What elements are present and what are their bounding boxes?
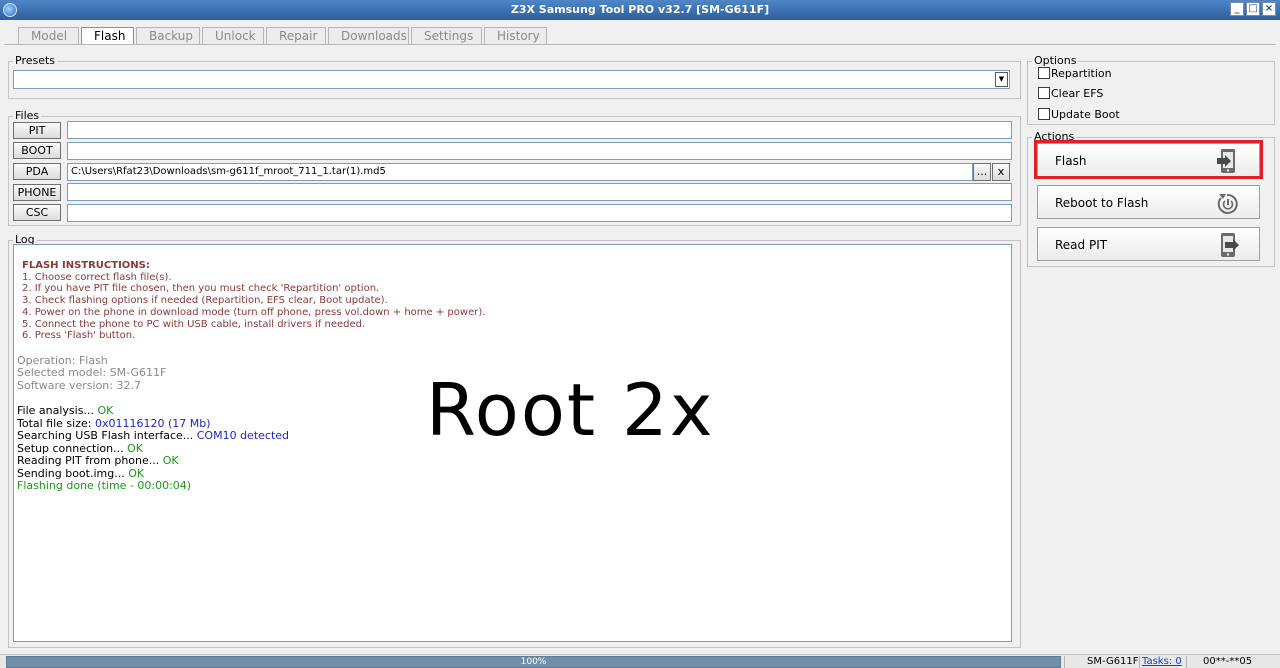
instruction-line: 2. If you have PIT file chosen, then you…: [22, 283, 380, 295]
options-title: Options: [1032, 54, 1079, 67]
tab-history[interactable]: History: [484, 27, 547, 44]
clear-efs-label: Clear EFS: [1051, 87, 1104, 100]
close-button[interactable]: ×: [1262, 2, 1276, 16]
read-pit-label: Read PIT: [1055, 238, 1108, 252]
maximize-button[interactable]: □: [1246, 2, 1260, 16]
instruction-line: 1. Choose correct flash file(s).: [22, 271, 172, 283]
window-controls: _ □ ×: [1230, 2, 1276, 16]
instructions-title: FLASH INSTRUCTIONS:: [22, 260, 150, 271]
update-boot-label: Update Boot: [1051, 108, 1120, 121]
instruction-line: 5. Connect the phone to PC with USB cabl…: [22, 318, 366, 330]
pit-field[interactable]: [67, 121, 1012, 139]
status-bar: 100% SM-G611F Tasks: 0 00**-**05: [0, 654, 1280, 668]
flash-highlight-box: [1034, 140, 1263, 179]
instruction-line: 6. Press 'Flash' button.: [22, 330, 136, 342]
tab-settings[interactable]: Settings: [411, 27, 482, 44]
power-refresh-icon: [1216, 190, 1240, 216]
files-title: Files: [13, 109, 42, 122]
tab-divider: [4, 44, 1276, 45]
instruction-line: 4. Power on the phone in download mode (…: [22, 306, 486, 318]
csc-button[interactable]: CSC: [13, 204, 61, 221]
pda-button[interactable]: PDA: [13, 163, 61, 180]
instruction-line: 3. Check flashing options if needed (Rep…: [22, 295, 388, 307]
phone-field[interactable]: [67, 183, 1012, 201]
clear-efs-checkbox[interactable]: [1038, 87, 1050, 99]
progress-bar: 100%: [6, 656, 1061, 668]
chevron-down-icon[interactable]: ▼: [995, 72, 1008, 87]
log-done: Flashing done (time - 00:00:04): [17, 479, 192, 493]
log-line: Reading PIT from phone... OK: [17, 454, 179, 468]
reboot-to-flash-button[interactable]: Reboot to Flash: [1037, 185, 1260, 219]
root-overlay-text: Root 2x: [426, 368, 715, 452]
tab-backup[interactable]: Backup: [136, 27, 200, 44]
pda-browse-button[interactable]: ...: [973, 163, 991, 181]
presets-title: Presets: [13, 54, 58, 67]
main-tabs: Model Flash Backup Unlock Repair Downloa…: [18, 27, 547, 45]
title-bar: Z3X Samsung Tool PRO v32.7 [SM-G611F] _ …: [0, 0, 1280, 20]
pda-clear-button[interactable]: x: [992, 163, 1010, 181]
update-boot-checkbox[interactable]: [1038, 108, 1050, 120]
status-code: 00**-**05: [1203, 656, 1253, 667]
window-title: Z3X Samsung Tool PRO v32.7 [SM-G611F]: [510, 3, 770, 16]
phone-arrow-icon: [1216, 232, 1240, 258]
minimize-button[interactable]: _: [1230, 2, 1244, 16]
tasks-link[interactable]: Tasks: 0: [1142, 656, 1182, 667]
pit-button[interactable]: PIT: [13, 122, 61, 139]
tab-flash[interactable]: Flash: [81, 27, 134, 45]
read-pit-button[interactable]: Read PIT: [1037, 227, 1260, 261]
flash-instructions: FLASH INSTRUCTIONS: 1. Choose correct fl…: [17, 260, 1011, 342]
boot-button[interactable]: BOOT: [13, 142, 61, 159]
tab-model[interactable]: Model: [18, 27, 79, 44]
repartition-label: Repartition: [1051, 67, 1112, 80]
tab-unlock[interactable]: Unlock: [202, 27, 264, 44]
boot-field[interactable]: [67, 142, 1012, 160]
log-info-operation: Operation: Flash: [17, 353, 108, 367]
tab-repair[interactable]: Repair: [266, 27, 326, 44]
reboot-to-flash-label: Reboot to Flash: [1055, 196, 1149, 210]
tab-downloads[interactable]: Downloads: [328, 27, 409, 44]
csc-field[interactable]: [67, 204, 1012, 222]
status-model: SM-G611F: [1087, 656, 1139, 667]
repartition-checkbox[interactable]: [1038, 67, 1050, 79]
phone-button[interactable]: PHONE: [13, 184, 61, 201]
presets-select[interactable]: ▼: [13, 70, 1010, 89]
pda-field[interactable]: C:\Users\Rfat23\Downloads\sm-g611f_mroot…: [67, 163, 973, 181]
